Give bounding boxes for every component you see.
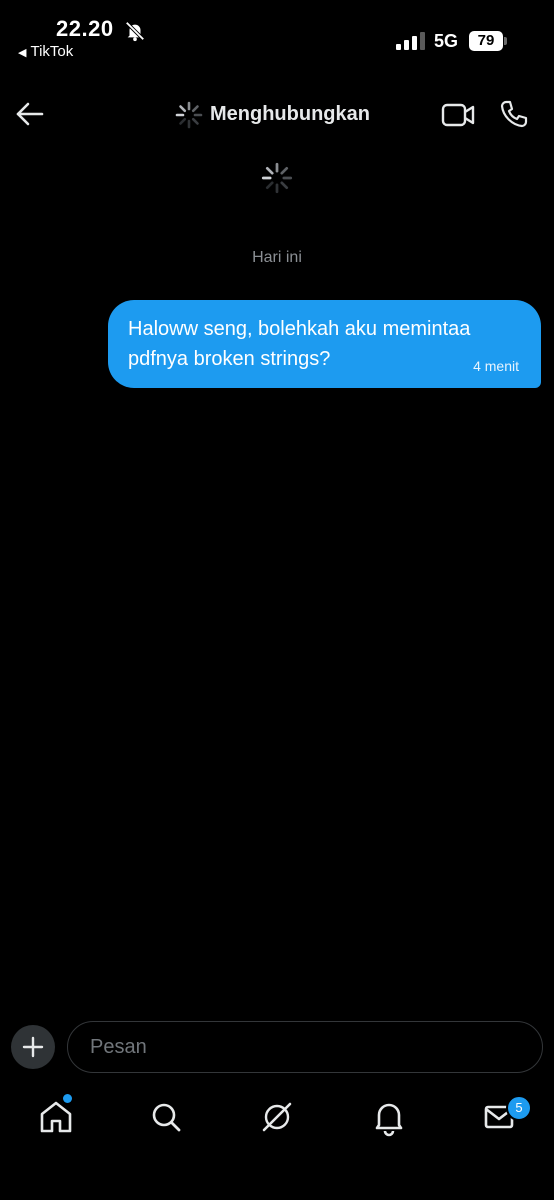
network-type: 5G [434, 31, 459, 51]
home-notification-dot [63, 1094, 72, 1103]
grok-icon[interactable] [255, 1095, 299, 1139]
message-input[interactable] [67, 1021, 543, 1073]
home-icon[interactable] [34, 1095, 78, 1139]
messages-badge: 5 [506, 1095, 532, 1121]
loading-spinner-icon [175, 101, 203, 129]
back-arrow-icon[interactable] [12, 96, 48, 132]
search-icon[interactable] [144, 1095, 188, 1139]
bell-off-icon [125, 21, 145, 42]
back-to-app-link[interactable]: ◀ TikTok [18, 43, 73, 60]
date-separator: Hari ini [252, 249, 302, 266]
video-call-icon[interactable] [440, 100, 476, 130]
battery-level: 79 [469, 31, 503, 51]
back-triangle-icon: ◀ [18, 47, 27, 59]
conversation-title: Menghubungkan [210, 103, 370, 125]
bell-icon[interactable] [367, 1095, 411, 1139]
phone-call-icon[interactable] [498, 98, 530, 130]
plus-icon [22, 1036, 44, 1058]
sent-message-bubble[interactable]: Haloww seng, bolehkah aku memintaa pdfny… [108, 300, 541, 388]
status-time: 22.20 [56, 16, 114, 41]
loading-spinner-icon [261, 162, 293, 194]
back-app-label: TikTok [30, 43, 74, 60]
message-text: Haloww seng, bolehkah aku memintaa pdfny… [128, 318, 471, 370]
signal-icon [396, 32, 425, 50]
add-attachment-button[interactable] [11, 1025, 55, 1069]
battery-nub [504, 37, 507, 45]
message-timestamp: 4 menit [473, 358, 519, 374]
